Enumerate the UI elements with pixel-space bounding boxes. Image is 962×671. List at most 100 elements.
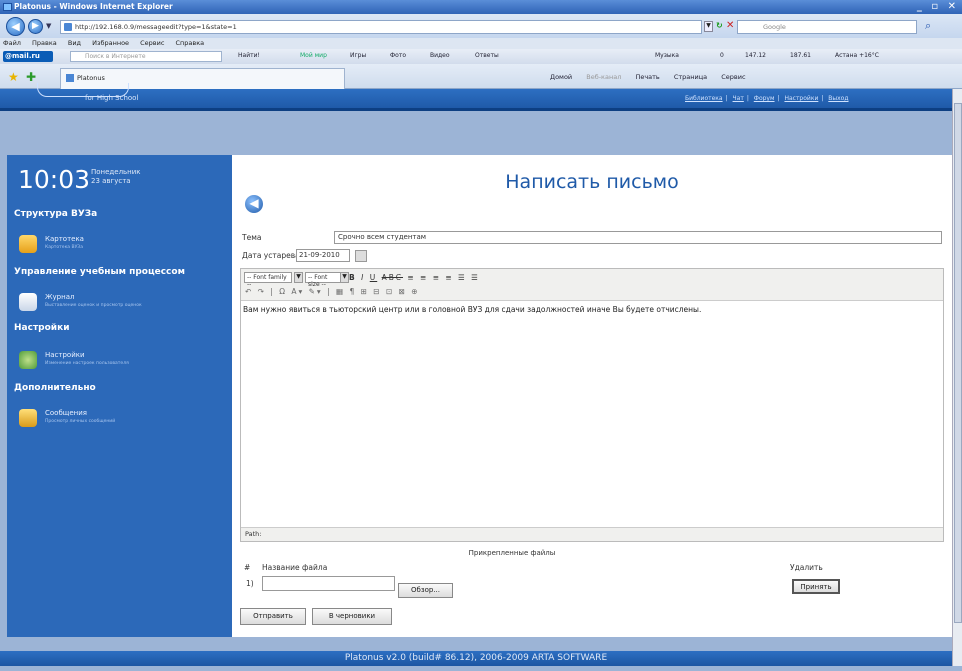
calendar-icon[interactable] [355,250,367,262]
link-library[interactable]: Библиотека [685,95,723,102]
cmd-print[interactable]: Печать [635,73,659,81]
top-links: Библиотека | Чат | Форум | Настройки | Выход [685,95,849,102]
font-family-select[interactable]: -- Font family -- [244,272,292,288]
format-buttons[interactable]: B I U ABC ≡ ≡ ≡ ≡ ☰ ☰ [349,273,480,282]
book-icon [19,293,37,311]
footer-text: Platonus v2.0 (build# 86.12), 2006-2009 … [344,653,608,663]
url-input[interactable]: http://192.168.0.9/messageedit?type=1&st… [60,20,702,34]
link-settings[interactable]: Настройки [784,95,818,102]
toolbar-item-eur: 187.61 [790,52,811,59]
add-favorite-icon[interactable]: ✚ [26,70,36,84]
page-title: Написать письмо [505,171,679,193]
folder-icon [19,235,37,253]
cmd-tools[interactable]: Сервис [721,73,745,81]
attach-col-num: # [244,563,251,572]
font-family-dropdown-icon[interactable]: ▼ [294,272,303,283]
window-titlebar: Platonus - Windows Internet Explorer [0,0,962,14]
menu-view[interactable]: Вид [68,39,81,47]
sidebar: 10:03 Понедельник 23 августа Структура В… [7,155,232,637]
refresh-icon[interactable]: ↻ [716,21,723,30]
toolbar-search-input[interactable]: Поиск в Интернете [70,51,222,62]
search-icon[interactable]: ⌕ [925,19,941,34]
sidebar-item-title: Картотека [45,235,84,243]
font-size-dropdown-icon[interactable]: ▼ [340,272,349,283]
site-header: for High School Библиотека | Чат | Форум | … [0,83,952,111]
mailru-logo[interactable]: @mail.ru [3,51,53,62]
section-settings: Настройки [14,323,70,333]
site-footer: Platonus v2.0 (build# 86.12), 2006-2009 … [0,651,952,666]
menu-file[interactable]: Файл [3,39,21,47]
command-bar: Домой Веб-канал Печать Страница Сервис [550,73,758,81]
sidebar-item-cards[interactable]: Картотека Картотека ВУЗа [19,233,224,261]
toolbar-item-mymir[interactable]: Мой мир [300,52,327,59]
sidebar-item-title: Журнал [45,293,75,301]
toolbar-item-video[interactable]: Видео [430,52,450,59]
menu-favorites[interactable]: Избранное [92,39,129,47]
link-chat[interactable]: Чат [733,95,744,102]
history-dropdown-icon[interactable]: ▼ [46,22,51,30]
section-process: Управление учебным процессом [14,267,185,277]
message-icon [19,409,37,427]
back-arrow-icon[interactable]: ◀ [245,195,263,213]
window-title: Platonus - Windows Internet Explorer [14,2,173,11]
browse-button[interactable]: Обзор... [398,583,453,598]
cmd-home[interactable]: Домой [550,73,572,81]
font-size-select[interactable]: -- Font size -- [305,272,341,288]
link-forum[interactable]: Форум [754,95,775,102]
clock-weekday: Понедельник [91,168,141,176]
sidebar-item-settings[interactable]: Настройки Изменение настроек пользовател… [19,349,224,377]
tab-label: Platonus [77,74,105,82]
expiry-date-input[interactable]: 21-09-2010 [296,249,350,262]
link-logout[interactable]: Выход [828,95,848,102]
sidebar-item-sub: Просмотр личных сообщений [45,419,116,424]
favorites-star-icon[interactable]: ★ [8,70,19,84]
insert-buttons[interactable]: ↶ ↷ | Ω A▾ ✎▾ | ▦ ¶ ⊞ ⊟ ⊡ ⊠ ⊕ [245,287,420,296]
clock-day: 23 августа [91,177,131,185]
subject-label: Тема [242,233,262,242]
sidebar-item-sub: Изменение настроек пользователя [45,361,129,366]
sidebar-item-title: Сообщения [45,409,88,417]
file-path-input[interactable] [262,576,395,591]
stop-icon[interactable]: ✕ [726,20,734,31]
toolbar-item-count: 0 [720,52,724,59]
sidebar-item-sub: Выставление оценок и просмотр оценок [45,303,142,308]
window-controls[interactable]: _ ▫ ✕ [917,1,959,12]
toolbar-item-photo[interactable]: Фото [390,52,406,59]
back-icon[interactable]: ◀ [6,17,25,36]
attach-col-filename: Название файла [262,563,328,572]
cmd-page[interactable]: Страница [674,73,707,81]
tabs-bar: ★ ✚ Platonus Домой Веб-канал Печать Стра… [0,64,962,89]
menu-tools[interactable]: Сервис [140,39,164,47]
menu-help[interactable]: Справка [176,39,205,47]
cmd-feeds[interactable]: Веб-канал [586,73,621,81]
attachments-title: Прикрепленные файлы [468,549,556,557]
editor-body[interactable]: Вам нужно явиться в тьюторский центр или… [243,305,941,314]
main-content: Написать письмо ◀ Тема Срочно всем студе… [232,155,952,637]
page-icon [64,23,72,31]
forward-icon[interactable]: ▶ [28,19,43,34]
gear-icon [19,351,37,369]
clock-time: 10:03 [18,165,91,194]
draft-button[interactable]: В черновики [312,608,392,625]
menu-edit[interactable]: Правка [32,39,57,47]
search-input[interactable]: Google [737,20,917,34]
tab-page-icon [66,74,74,82]
scrollbar-thumb[interactable] [954,103,962,623]
send-button[interactable]: Отправить [240,608,306,625]
toolbar-find-button[interactable]: Найти! [238,52,260,59]
rich-text-editor: -- Font family -- ▼ -- Font size -- ▼ B … [240,268,944,542]
sidebar-item-journal[interactable]: Журнал Выставление оценок и просмотр оце… [19,291,224,319]
toolbar-item-music[interactable]: Музыка [655,52,679,59]
sidebar-item-messages[interactable]: Сообщения Просмотр личных сообщений [19,407,224,435]
url-dropdown-icon[interactable]: ▼ [704,21,713,32]
apply-button[interactable]: Принять [792,579,840,594]
section-extra: Дополнительно [14,383,96,393]
ie-icon [3,3,12,11]
attach-col-delete: Удалить [790,563,823,572]
page-scrollbar[interactable] [952,89,962,666]
subject-input[interactable]: Срочно всем студентам [334,231,942,244]
toolbar-item-answers[interactable]: Ответы [475,52,499,59]
address-bar: ◀ ▶ ▼ http://192.168.0.9/messageedit?typ… [0,14,962,38]
toolbar-item-weather[interactable]: Астана +16°С [835,52,879,59]
toolbar-item-games[interactable]: Игры [350,52,366,59]
